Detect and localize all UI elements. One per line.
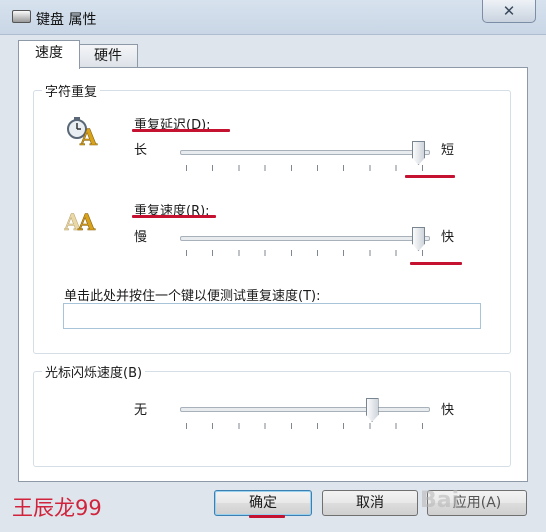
tab-speed[interactable]: 速度 — [18, 40, 80, 69]
annotation-underline-ok — [249, 515, 285, 518]
cursor-blink-group: 光标闪烁速度(B) — [33, 362, 511, 467]
cursor-blink-ticks — [186, 423, 426, 429]
brand-watermark-logo: Bai — [420, 488, 460, 513]
svg-text:A: A — [79, 125, 98, 148]
repeat-delay-long-label: 长 — [134, 143, 148, 158]
repeat-rate-slider-track[interactable] — [180, 236, 430, 241]
svg-text:A: A — [77, 210, 96, 234]
annotation-underline-delay — [132, 129, 230, 132]
window-title: 键盘 属性 — [36, 12, 97, 28]
repeat-test-label: 单击此处并按住一个键以便测试重复速度(T): — [64, 289, 321, 304]
group-title-cursor-blink: 光标闪烁速度(B) — [42, 362, 146, 381]
cancel-button[interactable]: 取消 — [322, 490, 418, 516]
title-bar: 键盘 属性 ✕ — [0, 0, 546, 35]
cursor-blink-fast-label: 快 — [441, 403, 455, 418]
ok-button[interactable]: 确定 — [214, 490, 312, 516]
cursor-blink-none-label: 无 — [134, 403, 148, 418]
close-icon: ✕ — [502, 2, 516, 20]
cursor-blink-slider-track[interactable] — [180, 407, 430, 412]
repeat-rate-fast-label: 快 — [441, 230, 455, 245]
repeat-delay-slider-track[interactable] — [180, 150, 430, 155]
annotation-underline-delay-right — [405, 175, 455, 178]
group-title-character-repeat: 字符重复 — [42, 81, 101, 100]
repeat-delay-short-label: 短 — [441, 143, 455, 158]
repeat-rate-icon: A A — [64, 210, 96, 234]
keyboard-icon — [12, 10, 31, 23]
letter-a-icon: A — [79, 125, 99, 148]
close-button[interactable]: ✕ — [482, 0, 536, 23]
repeat-delay-ticks — [186, 165, 426, 171]
repeat-test-input[interactable] — [63, 303, 481, 329]
annotation-underline-rate — [132, 215, 216, 218]
repeat-rate-slow-label: 慢 — [134, 230, 148, 245]
watermark-text: 王辰龙99 — [12, 496, 102, 520]
repeat-rate-ticks — [186, 250, 426, 256]
tab-hardware[interactable]: 硬件 — [78, 44, 138, 67]
annotation-underline-rate-right — [410, 262, 462, 265]
